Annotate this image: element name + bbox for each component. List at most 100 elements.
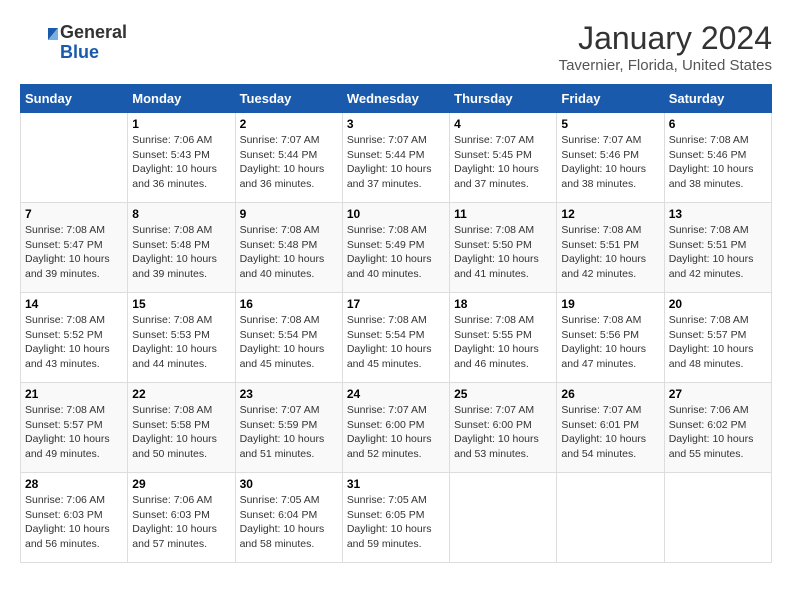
day-number: 4 [454, 117, 552, 131]
day-number: 1 [132, 117, 230, 131]
day-info: Sunrise: 7:08 AMSunset: 5:51 PMDaylight:… [669, 223, 767, 282]
day-info: Sunrise: 7:08 AMSunset: 5:46 PMDaylight:… [669, 133, 767, 192]
day-info: Sunrise: 7:07 AMSunset: 5:44 PMDaylight:… [347, 133, 445, 192]
calendar-cell: 21 Sunrise: 7:08 AMSunset: 5:57 PMDayligh… [21, 383, 128, 473]
page-subtitle: Tavernier, Florida, United States [559, 57, 772, 74]
calendar-cell [21, 113, 128, 203]
day-number: 14 [25, 297, 123, 311]
day-number: 26 [561, 387, 659, 401]
calendar-cell: 19Sunrise: 7:08 AMSunset: 5:56 PMDayligh… [557, 293, 664, 383]
calendar-table: SundayMondayTuesdayWednesdayThursdayFrid… [20, 84, 772, 563]
header-wednesday: Wednesday [342, 85, 449, 113]
day-info: Sunrise: 7:08 AMSunset: 5:48 PMDaylight:… [132, 223, 230, 282]
day-info: Sunrise: 7:06 AMSunset: 6:02 PMDaylight:… [669, 403, 767, 462]
calendar-cell: 6 Sunrise: 7:08 AMSunset: 5:46 PMDaylight… [664, 113, 771, 203]
day-info: Sunrise: 7:07 AMSunset: 6:00 PMDaylight:… [347, 403, 445, 462]
day-number: 16 [240, 297, 338, 311]
calendar-cell: 22Sunrise: 7:08 AMSunset: 5:58 PMDayligh… [128, 383, 235, 473]
calendar-cell [450, 473, 557, 563]
calendar-week-row: 1 Sunrise: 7:06 AMSunset: 5:43 PMDaylight… [21, 113, 772, 203]
day-info: Sunrise: 7:08 AMSunset: 5:52 PMDaylight:… [25, 313, 123, 372]
day-number: 15 [132, 297, 230, 311]
calendar-cell: 14 Sunrise: 7:08 AMSunset: 5:52 PMDayligh… [21, 293, 128, 383]
title-block: January 2024 Tavernier, Florida, United … [559, 20, 772, 74]
day-number: 8 [132, 207, 230, 221]
calendar-cell: 12 Sunrise: 7:08 AMSunset: 5:51 PMDayligh… [557, 203, 664, 293]
logo: General Blue [20, 20, 127, 65]
day-info: Sunrise: 7:08 AMSunset: 5:58 PMDaylight:… [132, 403, 230, 462]
day-number: 6 [669, 117, 767, 131]
calendar-cell: 24 Sunrise: 7:07 AMSunset: 6:00 PMDayligh… [342, 383, 449, 473]
calendar-cell: 7 Sunrise: 7:08 AMSunset: 5:47 PMDaylight… [21, 203, 128, 293]
header-thursday: Thursday [450, 85, 557, 113]
calendar-cell: 27 Sunrise: 7:06 AMSunset: 6:02 PMDayligh… [664, 383, 771, 473]
calendar-cell: 8 Sunrise: 7:08 AMSunset: 5:48 PMDaylight… [128, 203, 235, 293]
calendar-week-row: 28 Sunrise: 7:06 AMSunset: 6:03 PMDayligh… [21, 473, 772, 563]
logo-general-text: General [60, 23, 127, 43]
calendar-cell: 15 Sunrise: 7:08 AMSunset: 5:53 PMDayligh… [128, 293, 235, 383]
day-number: 30 [240, 477, 338, 491]
day-number: 29 [132, 477, 230, 491]
calendar-cell: 23Sunrise: 7:07 AMSunset: 5:59 PMDayligh… [235, 383, 342, 473]
day-info: Sunrise: 7:08 AMSunset: 5:48 PMDaylight:… [240, 223, 338, 282]
calendar-week-row: 21 Sunrise: 7:08 AMSunset: 5:57 PMDayligh… [21, 383, 772, 473]
day-number: 19 [561, 297, 659, 311]
calendar-cell: 28Sunrise: 7:06 AMSunset: 6:03 PMDayligh… [21, 473, 128, 563]
day-number: 20 [669, 297, 767, 311]
day-number: 25 [454, 387, 552, 401]
day-info: Sunrise: 7:08 AMSunset: 5:55 PMDaylight:… [454, 313, 552, 372]
day-info: Sunrise: 7:08 AMSunset: 5:57 PMDaylight:… [669, 313, 767, 372]
day-info: Sunrise: 7:08 AMSunset: 5:51 PMDaylight:… [561, 223, 659, 282]
calendar-cell: 29 Sunrise: 7:06 AMSunset: 6:03 PMDayligh… [128, 473, 235, 563]
calendar-cell: 13 Sunrise: 7:08 AMSunset: 5:51 PMDayligh… [664, 203, 771, 293]
day-info: Sunrise: 7:08 AMSunset: 5:53 PMDaylight:… [132, 313, 230, 372]
day-number: 28 [25, 477, 123, 491]
day-info: Sunrise: 7:07 AMSunset: 6:01 PMDaylight:… [561, 403, 659, 462]
day-info: Sunrise: 7:05 AMSunset: 6:05 PMDaylight:… [347, 493, 445, 552]
day-number: 7 [25, 207, 123, 221]
calendar-cell: 10Sunrise: 7:08 AMSunset: 5:49 PMDayligh… [342, 203, 449, 293]
header-friday: Friday [557, 85, 664, 113]
calendar-cell: 30 Sunrise: 7:05 AMSunset: 6:04 PMDayligh… [235, 473, 342, 563]
day-info: Sunrise: 7:08 AMSunset: 5:54 PMDaylight:… [347, 313, 445, 372]
calendar-cell [664, 473, 771, 563]
day-number: 24 [347, 387, 445, 401]
day-number: 21 [25, 387, 123, 401]
calendar-cell: 11Sunrise: 7:08 AMSunset: 5:50 PMDayligh… [450, 203, 557, 293]
calendar-cell: 25Sunrise: 7:07 AMSunset: 6:00 PMDayligh… [450, 383, 557, 473]
day-info: Sunrise: 7:08 AMSunset: 5:57 PMDaylight:… [25, 403, 123, 462]
calendar-cell: 4Sunrise: 7:07 AMSunset: 5:45 PMDaylight… [450, 113, 557, 203]
calendar-cell: 17 Sunrise: 7:08 AMSunset: 5:54 PMDayligh… [342, 293, 449, 383]
calendar-cell [557, 473, 664, 563]
day-info: Sunrise: 7:05 AMSunset: 6:04 PMDaylight:… [240, 493, 338, 552]
calendar-cell: 3Sunrise: 7:07 AMSunset: 5:44 PMDaylight… [342, 113, 449, 203]
calendar-cell: 20 Sunrise: 7:08 AMSunset: 5:57 PMDayligh… [664, 293, 771, 383]
header-saturday: Saturday [664, 85, 771, 113]
day-number: 27 [669, 387, 767, 401]
day-number: 2 [240, 117, 338, 131]
logo-icon [20, 20, 60, 60]
logo-blue-text: Blue [60, 43, 127, 63]
header-monday: Monday [128, 85, 235, 113]
day-number: 13 [669, 207, 767, 221]
day-info: Sunrise: 7:06 AMSunset: 6:03 PMDaylight:… [132, 493, 230, 552]
header-tuesday: Tuesday [235, 85, 342, 113]
page-header: General Blue January 2024 Tavernier, Flo… [20, 20, 772, 74]
day-number: 5 [561, 117, 659, 131]
day-info: Sunrise: 7:07 AMSunset: 5:59 PMDaylight:… [240, 403, 338, 462]
calendar-cell: 16Sunrise: 7:08 AMSunset: 5:54 PMDayligh… [235, 293, 342, 383]
day-info: Sunrise: 7:07 AMSunset: 5:44 PMDaylight:… [240, 133, 338, 192]
day-info: Sunrise: 7:06 AMSunset: 5:43 PMDaylight:… [132, 133, 230, 192]
calendar-cell: 31Sunrise: 7:05 AMSunset: 6:05 PMDayligh… [342, 473, 449, 563]
calendar-cell: 1 Sunrise: 7:06 AMSunset: 5:43 PMDaylight… [128, 113, 235, 203]
calendar-header-row: SundayMondayTuesdayWednesdayThursdayFrid… [21, 85, 772, 113]
calendar-cell: 5 Sunrise: 7:07 AMSunset: 5:46 PMDaylight… [557, 113, 664, 203]
calendar-cell: 9Sunrise: 7:08 AMSunset: 5:48 PMDaylight… [235, 203, 342, 293]
day-info: Sunrise: 7:08 AMSunset: 5:47 PMDaylight:… [25, 223, 123, 282]
calendar-cell: 2 Sunrise: 7:07 AMSunset: 5:44 PMDaylight… [235, 113, 342, 203]
day-info: Sunrise: 7:07 AMSunset: 5:46 PMDaylight:… [561, 133, 659, 192]
calendar-week-row: 7 Sunrise: 7:08 AMSunset: 5:47 PMDaylight… [21, 203, 772, 293]
day-number: 17 [347, 297, 445, 311]
calendar-cell: 26 Sunrise: 7:07 AMSunset: 6:01 PMDayligh… [557, 383, 664, 473]
day-number: 12 [561, 207, 659, 221]
